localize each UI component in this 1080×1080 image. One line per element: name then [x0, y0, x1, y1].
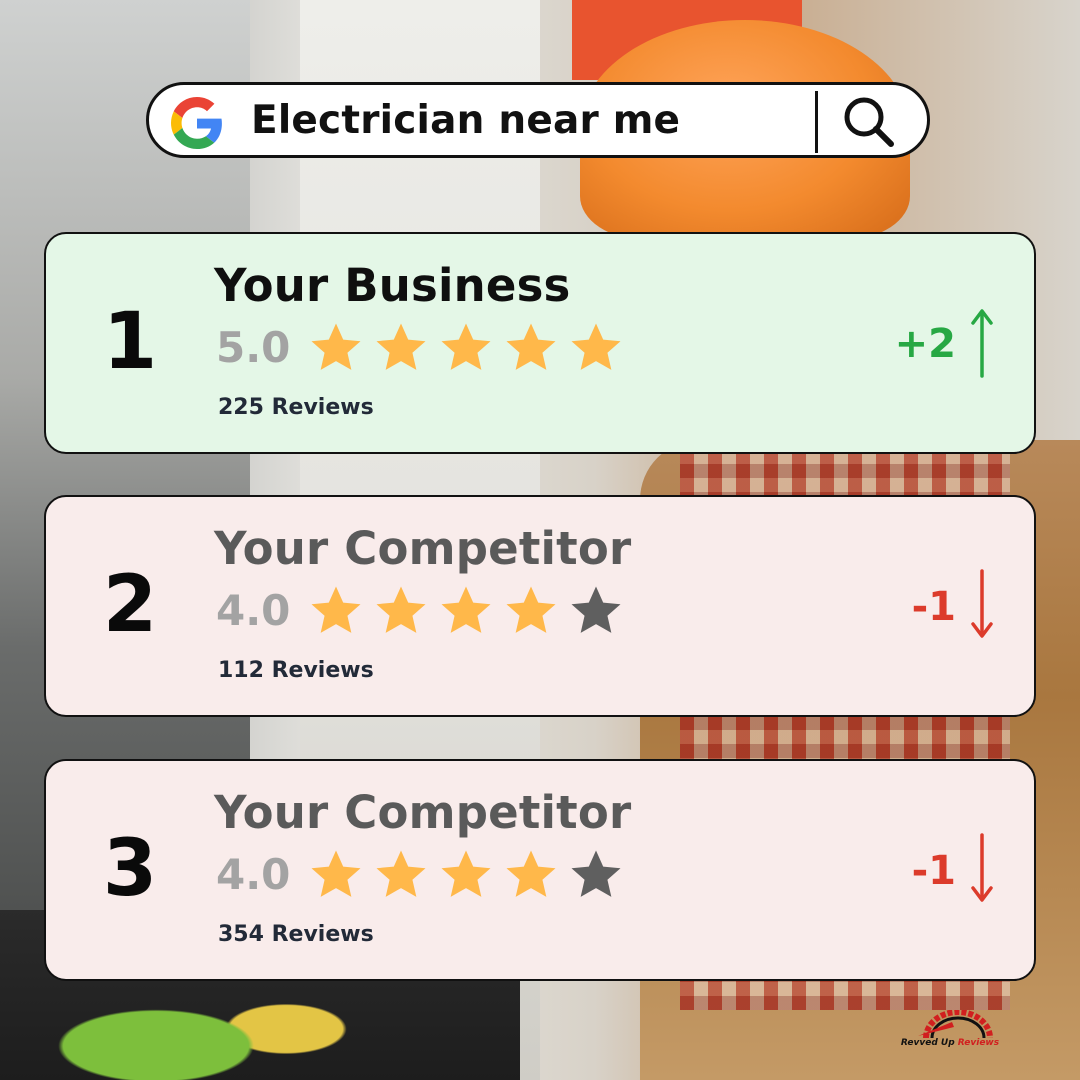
star-filled-icon [311, 323, 361, 370]
star-filled-icon [376, 586, 426, 633]
star-filled-icon [441, 850, 491, 897]
rank-change: +2 [894, 321, 956, 367]
rank-number: 1 [102, 297, 158, 387]
rank-number: 3 [102, 824, 158, 914]
star-filled-icon [311, 586, 361, 633]
logo-text-part2: Reviews [957, 1038, 1000, 1048]
star-filled-icon [441, 586, 491, 633]
star-filled-icon [376, 323, 426, 370]
speedometer-icon [918, 1010, 993, 1039]
rank-change: -1 [911, 848, 956, 894]
search-icon [844, 97, 894, 147]
result-card[interactable]: 1 Your Business 5.0 225 Reviews +2 [44, 232, 1036, 454]
star-empty-icon [571, 586, 621, 633]
arrow-up-icon [971, 309, 993, 378]
business-name[interactable]: Your Competitor [214, 783, 631, 843]
business-name[interactable]: Your Competitor [214, 519, 631, 579]
search-button[interactable] [839, 93, 899, 151]
star-filled-icon [506, 850, 556, 897]
star-filled-icon [506, 323, 556, 370]
star-rating [308, 583, 624, 639]
star-rating [308, 320, 624, 376]
star-filled-icon [376, 850, 426, 897]
google-g-icon [171, 97, 222, 149]
star-empty-icon [571, 850, 621, 897]
arrow-down-icon [971, 569, 993, 638]
arrow-down-icon [971, 833, 993, 902]
business-name[interactable]: Your Business [214, 256, 571, 316]
rank-change: -1 [911, 584, 956, 630]
logo-text: Revved Up Reviews [898, 1038, 1002, 1048]
rating-value: 4.0 [216, 850, 291, 899]
rating-value: 5.0 [216, 323, 291, 372]
revved-up-reviews-logo: Revved Up Reviews [898, 1010, 1002, 1054]
star-filled-icon [441, 323, 491, 370]
result-card[interactable]: 2 Your Competitor 4.0 112 Reviews -1 [44, 495, 1036, 717]
result-card[interactable]: 3 Your Competitor 4.0 354 Reviews -1 [44, 759, 1036, 981]
search-divider [815, 91, 818, 153]
star-filled-icon [506, 586, 556, 633]
review-count: 112 Reviews [218, 658, 374, 683]
search-bar[interactable]: Electrician near me [146, 82, 930, 158]
star-filled-icon [311, 850, 361, 897]
review-count: 354 Reviews [218, 922, 374, 947]
star-filled-icon [571, 323, 621, 370]
rank-number: 2 [102, 560, 158, 650]
rating-value: 4.0 [216, 586, 291, 635]
star-rating [308, 847, 624, 903]
search-query[interactable]: Electrician near me [251, 95, 680, 147]
logo-text-part1: Revved Up [900, 1038, 958, 1048]
review-count: 225 Reviews [218, 395, 374, 420]
